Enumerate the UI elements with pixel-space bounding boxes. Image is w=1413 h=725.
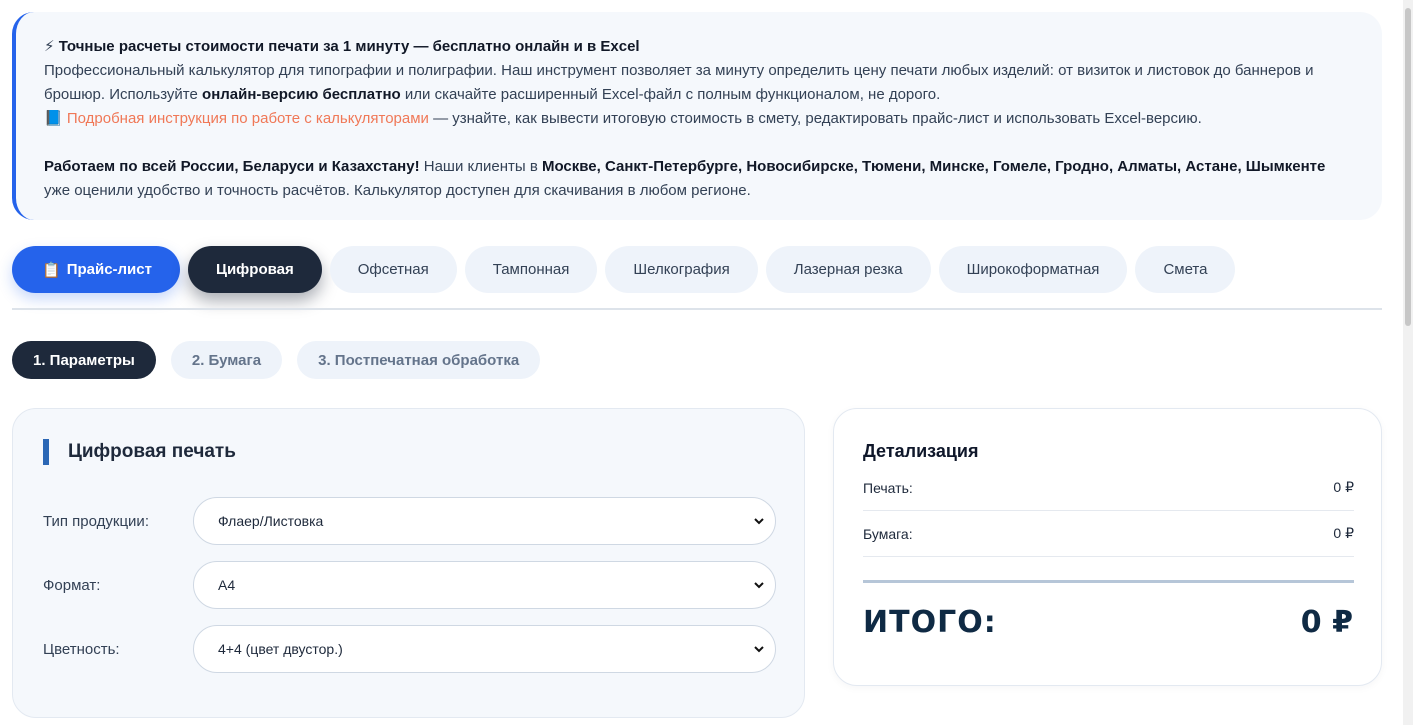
total-divider bbox=[863, 580, 1354, 583]
field-format: Формат: A4 bbox=[43, 561, 776, 609]
chevron-down-icon bbox=[754, 582, 764, 589]
color-select[interactable]: 4+4 (цвет двустор.) bbox=[193, 625, 776, 673]
info-instructions: 📘 Подробная инструкция по работе с кальк… bbox=[44, 110, 1202, 127]
step-postprint[interactable]: 3. Постпечатная обработка bbox=[297, 341, 541, 379]
scrollbar-thumb[interactable] bbox=[1405, 8, 1411, 326]
clipboard-icon: 📋 bbox=[42, 261, 61, 279]
total-value: 0 ₽ bbox=[1300, 605, 1353, 640]
tabs-divider bbox=[12, 308, 1382, 310]
page-scrollbar[interactable] bbox=[1403, 0, 1413, 725]
tab-price-list[interactable]: 📋 Прайс-лист bbox=[12, 246, 180, 293]
info-headline-text: Точные расчеты стоимости печати за 1 мин… bbox=[58, 38, 640, 55]
chevron-down-icon bbox=[754, 518, 764, 525]
parameters-card: Цифровая печать Тип продукции: Флаер/Лис… bbox=[12, 408, 805, 718]
tab-digital[interactable]: Цифровая bbox=[187, 246, 322, 293]
info-banner: ⚡ Точные расчеты стоимости печати за 1 м… bbox=[12, 12, 1382, 220]
field-color: Цветность: 4+4 (цвет двустор.) bbox=[43, 625, 776, 673]
tab-screen-printing[interactable]: Шелкография bbox=[605, 246, 758, 293]
tab-laser-cutting[interactable]: Лазерная резка bbox=[765, 246, 931, 293]
product-type-label: Тип продукции: bbox=[43, 512, 149, 530]
paper-label: Бумага: bbox=[863, 525, 913, 542]
step-paper[interactable]: 2. Бумага bbox=[170, 341, 283, 379]
paper-value: 0 ₽ bbox=[1333, 525, 1354, 541]
print-value: 0 ₽ bbox=[1333, 479, 1354, 495]
details-row-print: Печать: 0 ₽ bbox=[863, 465, 1354, 511]
format-label: Формат: bbox=[43, 576, 101, 594]
details-card: Детализация Печать: 0 ₽ Бумага: 0 ₽ ИТОГ… bbox=[833, 408, 1382, 686]
calculator-tabs: 📋 Прайс-лист Цифровая Офсетная Тампонная… bbox=[12, 246, 1236, 293]
field-product-type: Тип продукции: Флаер/Листовка bbox=[43, 497, 776, 545]
format-select[interactable]: A4 bbox=[193, 561, 776, 609]
info-paragraph-1: Профессиональный калькулятор для типогра… bbox=[44, 62, 1314, 103]
card-title: Цифровая печать bbox=[43, 439, 236, 465]
print-label: Печать: bbox=[863, 479, 913, 496]
step-tabs: 1. Параметры 2. Бумага 3. Постпечатная о… bbox=[12, 341, 541, 379]
total-label: ИТОГО: bbox=[863, 605, 997, 640]
tab-pad-printing[interactable]: Тампонная bbox=[464, 246, 598, 293]
info-headline: ⚡ Точные расчеты стоимости печати за 1 м… bbox=[44, 35, 1354, 59]
chevron-down-icon bbox=[754, 646, 764, 653]
details-title: Детализация bbox=[863, 441, 979, 461]
step-parameters[interactable]: 1. Параметры bbox=[12, 341, 156, 379]
info-paragraph-2: Работаем по всей России, Беларуси и Каза… bbox=[44, 158, 1326, 199]
tab-wide-format[interactable]: Широкоформатная bbox=[938, 246, 1128, 293]
tab-offset[interactable]: Офсетная bbox=[329, 246, 457, 293]
tab-estimate[interactable]: Смета bbox=[1135, 246, 1236, 293]
product-type-select[interactable]: Флаер/Листовка bbox=[193, 497, 776, 545]
lightning-icon: ⚡ bbox=[44, 38, 55, 55]
book-icon: 📘 bbox=[44, 110, 63, 127]
details-row-paper: Бумага: 0 ₽ bbox=[863, 511, 1354, 557]
color-label: Цветность: bbox=[43, 640, 120, 658]
instructions-link[interactable]: Подробная инструкция по работе с калькул… bbox=[67, 110, 429, 127]
